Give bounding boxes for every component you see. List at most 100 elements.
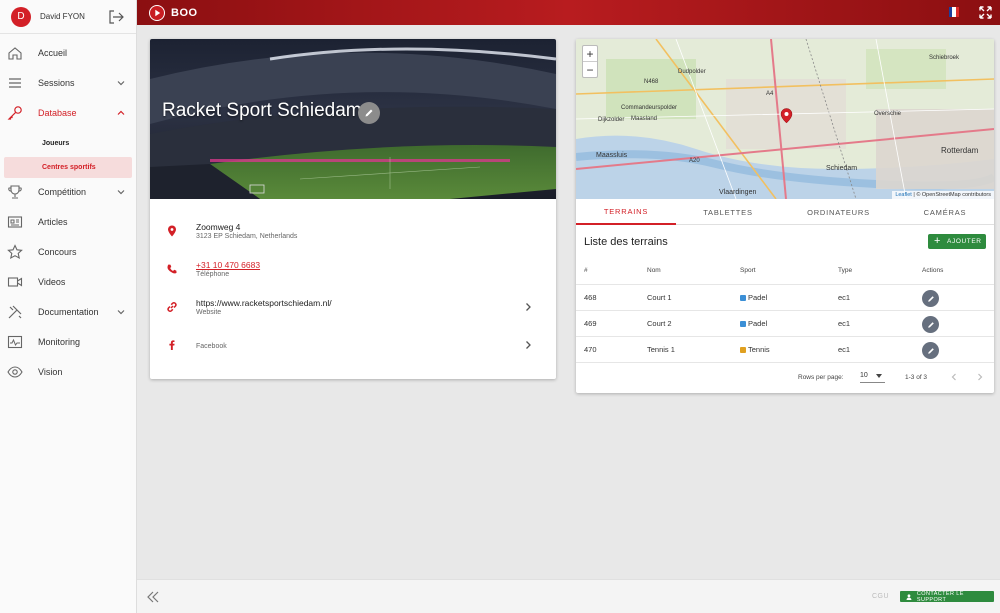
- location-pin-icon: [168, 225, 176, 237]
- sidebar-item-database[interactable]: Database: [0, 100, 136, 126]
- phone-icon: [167, 264, 177, 274]
- tab-tablettes[interactable]: TABLETTES: [680, 199, 776, 225]
- address-line2: 3123 EP Schiedam, Netherlands: [196, 233, 298, 240]
- sidebar-item-accueil[interactable]: Accueil: [0, 40, 136, 66]
- tab-ordinateurs[interactable]: ORDINATEURS: [786, 199, 891, 225]
- map[interactable]: + − Schiebroek Dudpolder N468 A4 Oversch…: [576, 39, 994, 199]
- venue-card: Racket Sport Schiedam Zoomweg 4 3123 EP …: [150, 39, 556, 379]
- sidebar-item-articles[interactable]: Articles: [0, 209, 136, 235]
- cell-name: Tennis 1: [647, 345, 675, 354]
- cell-id: 468: [584, 293, 597, 302]
- app-name: BOO: [171, 7, 198, 19]
- star-icon: [7, 244, 23, 260]
- cell-name: Court 1: [647, 293, 672, 302]
- tab-terrains[interactable]: TERRAINS: [576, 199, 676, 225]
- map-label: A4: [766, 91, 774, 97]
- osm-attribution: | © OpenStreetMap contributors: [911, 192, 991, 198]
- column-header-type: Type: [838, 267, 853, 274]
- sidebar-item-label: Database: [38, 108, 77, 118]
- rows-per-page-select[interactable]: 10: [860, 369, 885, 383]
- rows-per-page-value: 10: [860, 372, 868, 379]
- sidebar-item-videos[interactable]: Videos: [0, 269, 136, 295]
- app-logo[interactable]: [149, 5, 165, 21]
- sidebar-subitem-centres-sportifs[interactable]: Centres sportifs: [4, 157, 132, 178]
- cell-id: 469: [584, 319, 597, 328]
- pencil-icon: [927, 347, 934, 354]
- cell-type: ec1: [838, 319, 851, 328]
- phone-row: +31 10 470 6683 Téléphone: [150, 260, 556, 290]
- monitor-icon: [7, 335, 23, 349]
- person-icon: [906, 593, 912, 600]
- add-field-button[interactable]: + AJOUTER: [928, 234, 986, 249]
- pencil-icon: [365, 109, 373, 117]
- resource-tabs: TERRAINS TABLETTES ORDINATEURS CAMÉRAS: [576, 199, 994, 225]
- column-header-id: #: [584, 267, 588, 274]
- fullscreen-icon[interactable]: [979, 6, 992, 19]
- cell-sport: Padel: [748, 319, 768, 328]
- column-header-sport: Sport: [740, 267, 756, 274]
- zoom-out-button[interactable]: −: [583, 62, 597, 78]
- sidebar-item-sessions[interactable]: Sessions: [0, 70, 136, 96]
- french-flag-icon[interactable]: [949, 7, 959, 17]
- stadium-photo: Racket Sport Schiedam: [150, 39, 556, 199]
- address-line1: Zoomweg 4: [196, 222, 241, 232]
- map-label: Schiedam: [826, 165, 858, 172]
- zoom-in-button[interactable]: +: [583, 46, 597, 62]
- newspaper-icon: [7, 216, 23, 228]
- cell-type: ec1: [838, 345, 851, 354]
- sidebar-item-competition[interactable]: Compétition: [0, 179, 136, 205]
- edit-row-button[interactable]: [922, 316, 939, 333]
- phone-link[interactable]: +31 10 470 6683: [196, 260, 260, 270]
- sidebar-item-label: Documentation: [38, 307, 99, 317]
- sidebar-item-documentation[interactable]: Documentation: [0, 299, 136, 325]
- logout-icon[interactable]: [108, 10, 124, 24]
- sidebar-item-label: Compétition: [38, 187, 87, 197]
- website-label: Website: [196, 309, 222, 316]
- map-attribution: Leaflet | © OpenStreetMap contributors: [892, 191, 994, 199]
- website-url: https://www.racketsportschiedam.nl/: [196, 298, 332, 308]
- cell-id: 470: [584, 345, 597, 354]
- sidebar-item-label: Vision: [38, 367, 63, 377]
- padel-icon: [740, 321, 746, 327]
- website-row[interactable]: https://www.racketsportschiedam.nl/ Webs…: [150, 298, 556, 328]
- edit-row-button[interactable]: [922, 290, 939, 307]
- sidebar-item-vision[interactable]: Vision: [0, 359, 136, 385]
- collapse-sidebar-icon[interactable]: [147, 591, 159, 603]
- fields-list-title: Liste des terrains: [584, 236, 668, 248]
- cgu-link[interactable]: CGU: [872, 593, 889, 600]
- previous-page-icon[interactable]: [950, 373, 958, 381]
- map-label: Commandeurspolder: [621, 105, 678, 111]
- key-icon: [7, 106, 22, 120]
- facebook-icon: [169, 340, 175, 350]
- trophy-icon: [8, 185, 22, 199]
- leaflet-link[interactable]: Leaflet: [895, 192, 912, 198]
- next-page-icon[interactable]: [976, 373, 984, 381]
- edit-venue-button[interactable]: [358, 102, 380, 124]
- contact-support-button[interactable]: CONTACTER LE SUPPORT: [900, 591, 994, 603]
- table-divider: [576, 362, 994, 363]
- facebook-row[interactable]: Facebook: [150, 336, 556, 366]
- cell-sport: Tennis: [748, 345, 770, 354]
- tab-cameras[interactable]: CAMÉRAS: [896, 199, 994, 225]
- map-label: Dudpolder: [678, 69, 706, 75]
- map-label: N468: [644, 79, 659, 85]
- address-row: Zoomweg 4 3123 EP Schiedam, Netherlands: [150, 222, 556, 252]
- sidebar-item-monitoring[interactable]: Monitoring: [0, 329, 136, 355]
- sidebar-item-concours[interactable]: Concours: [0, 239, 136, 265]
- pencil-icon: [927, 321, 934, 328]
- chevron-right-icon[interactable]: [524, 340, 532, 350]
- chevron-up-icon: [117, 110, 125, 115]
- padel-icon: [740, 295, 746, 301]
- map-label: Overschie: [874, 111, 902, 117]
- avatar[interactable]: D: [11, 6, 31, 27]
- map-label: A20: [689, 158, 700, 164]
- sidebar-subitem-joueurs[interactable]: Joueurs: [4, 133, 132, 154]
- tennis-icon: [740, 347, 746, 353]
- map-label: Maasland: [631, 116, 658, 122]
- video-icon: [7, 277, 23, 287]
- chevron-right-icon[interactable]: [524, 302, 532, 312]
- sidebar-item-label: Sessions: [38, 78, 75, 88]
- bottom-bar: CGU CONTACTER LE SUPPORT: [137, 579, 1000, 613]
- table-row: 468 Court 1 Padel ec1: [576, 284, 994, 310]
- edit-row-button[interactable]: [922, 342, 939, 359]
